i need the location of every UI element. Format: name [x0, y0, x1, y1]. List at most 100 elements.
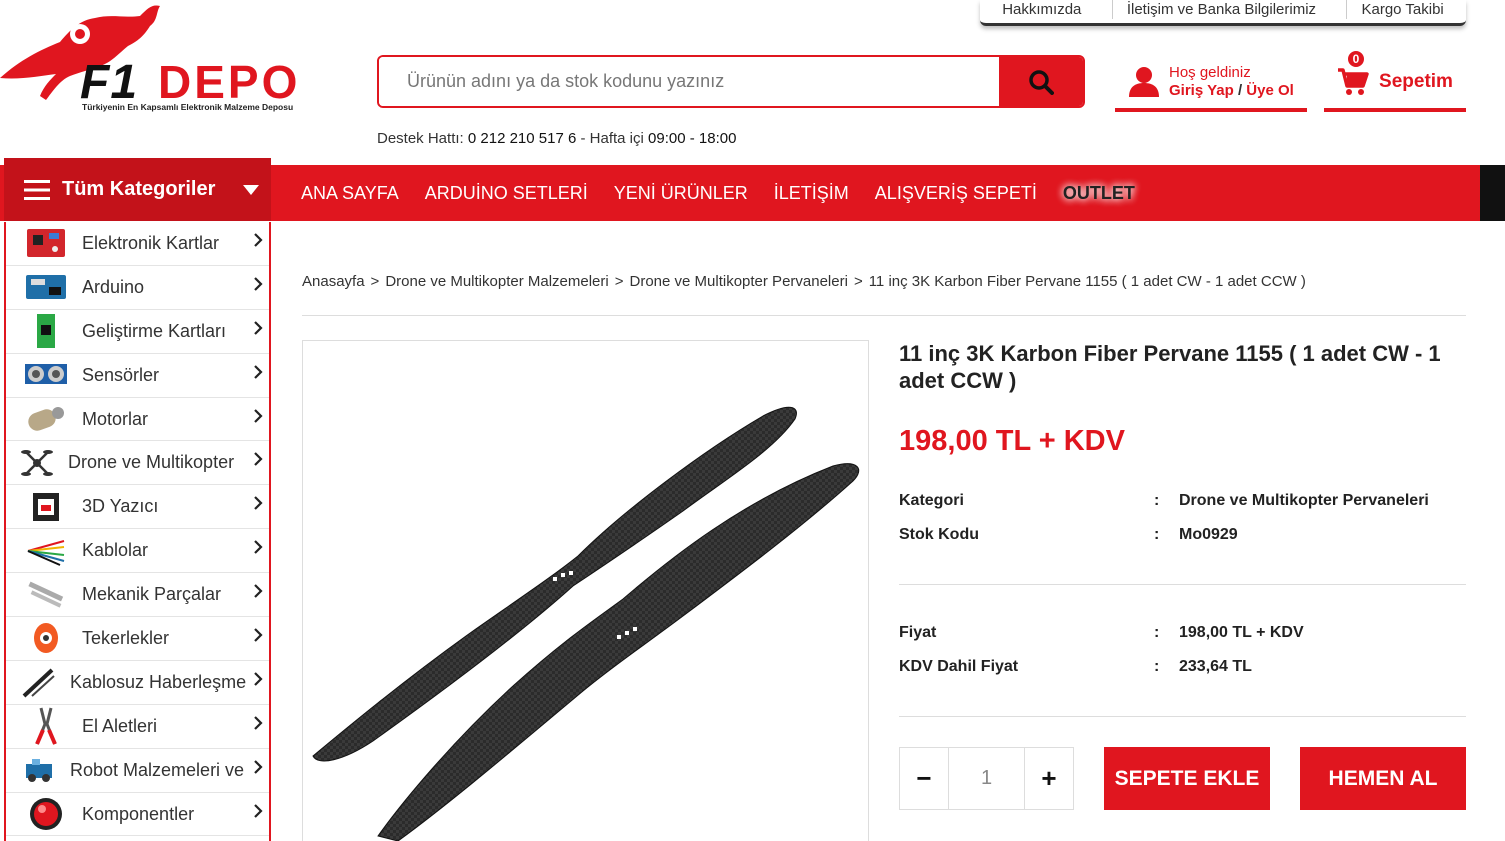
support-hours-label: - Hafta içi	[580, 130, 644, 147]
breadcrumb-sep: >	[370, 273, 380, 290]
sidebar-item-robot[interactable]: Robot Malzemeleri ve	[6, 749, 269, 793]
chevron-right-icon	[254, 321, 263, 335]
user-icon	[1129, 66, 1159, 97]
propeller-image	[312, 406, 860, 841]
vat-price-label: KDV Dahil Fiyat	[899, 658, 1019, 675]
sidebar-item-components[interactable]: Komponentler	[6, 793, 269, 837]
sidebar-item-wheels[interactable]: Tekerlekler	[6, 617, 269, 661]
breadcrumb-drone-materials[interactable]: Drone ve Multikopter Malzemeleri	[385, 273, 608, 290]
sidebar-item-hand-tools[interactable]: El Aletleri	[6, 705, 269, 749]
support-label: Destek Hattı:	[377, 130, 464, 147]
printer-3d-icon	[24, 490, 68, 524]
sidebar-item-electronic-boards[interactable]: Elektronik Kartlar	[6, 222, 269, 266]
sidebar-item-motors[interactable]: Motorlar	[6, 398, 269, 442]
sidebar-item-dev-boards[interactable]: Geliştirme Kartları	[6, 310, 269, 354]
sidebar-item-label: Sensörler	[82, 364, 160, 385]
decrease-button[interactable]: −	[900, 748, 948, 809]
breadcrumb-drone-propellers[interactable]: Drone ve Multikopter Pervaneleri	[630, 273, 848, 290]
divider	[899, 584, 1466, 585]
logo[interactable]: F1 DEPO Türkiyenin En Kapsamlı Elektroni…	[0, 0, 360, 130]
stock-code-value: Mo0929	[1179, 526, 1238, 543]
drone-icon	[20, 446, 54, 480]
product-title: 11 inç 3K Karbon Fiber Pervane 1155 ( 1 …	[899, 341, 1441, 393]
cart-label: Sepetim	[1379, 70, 1453, 92]
sidebar-item-label: Robot Malzemeleri ve	[70, 759, 245, 780]
sidebar-item-label: Kablolar	[82, 540, 149, 561]
hamburger-icon	[24, 179, 50, 200]
breadcrumb: Anasayfa > Drone ve Multikopter Malzemeler…	[302, 273, 1306, 290]
support-hours: 09:00 - 18:00	[648, 130, 737, 147]
sidebar-item-wireless[interactable]: Kablosuz Haberleşme	[6, 661, 269, 705]
search-icon	[1029, 69, 1054, 95]
stock-code-label: Stok Kodu	[899, 526, 979, 543]
nav-bar-end	[1480, 165, 1505, 221]
quantity-stepper: − 1 +	[899, 747, 1074, 810]
register-link[interactable]: Üye Ol	[1246, 82, 1294, 99]
search-button[interactable]	[999, 57, 1083, 106]
sidebar-item-label: Komponentler	[82, 803, 195, 824]
search-input[interactable]	[379, 57, 999, 106]
breadcrumb-home[interactable]: Anasayfa	[302, 273, 365, 290]
chevron-right-icon	[254, 716, 263, 730]
add-to-cart-button[interactable]: SEPETE EKLE	[1104, 747, 1270, 810]
increase-button[interactable]: +	[1025, 748, 1073, 809]
login-link[interactable]: Giriş Yap	[1169, 82, 1234, 99]
chevron-right-icon	[254, 540, 263, 555]
sidebar-item-sensors[interactable]: Sensörler	[6, 354, 269, 398]
sidebar-item-mechanical[interactable]: Mekanik Parçalar	[6, 573, 269, 618]
divider	[899, 716, 1466, 717]
sidebar-item-drone[interactable]: Drone ve Multikopter	[6, 441, 269, 486]
sidebar-item-label: Tekerlekler	[82, 627, 170, 648]
robot-icon	[22, 753, 56, 787]
sidebar-item-3d-printer[interactable]: 3D Yazıcı	[6, 485, 269, 530]
sidebar-item-arduino[interactable]: Arduino	[6, 266, 269, 310]
chevron-right-icon	[254, 452, 263, 467]
caret-down-icon	[243, 184, 259, 195]
page: F1 DEPO Türkiyenin En Kapsamlı Elektroni…	[0, 0, 1505, 841]
user-greeting: Hoş geldiniz	[1169, 63, 1251, 81]
support-phone: 0 212 210 517 6	[467, 130, 577, 147]
dev-board-icon	[24, 314, 68, 349]
component-icon	[24, 797, 68, 831]
search-bar	[377, 55, 1085, 108]
link-about[interactable]: Hakkımızda	[988, 0, 1095, 19]
support-line: Destek Hattı: 0 212 210 517 6 - Hafta iç…	[377, 130, 736, 147]
product-image[interactable]	[302, 340, 869, 841]
chevron-right-icon	[254, 759, 263, 774]
pliers-icon	[24, 707, 68, 746]
price-value: 198,00 TL + KDV	[1179, 624, 1304, 641]
link-cargo-tracking[interactable]: Kargo Takibi	[1346, 0, 1457, 19]
sidebar-item-label: Elektronik Kartlar	[82, 232, 220, 253]
menu-outlet[interactable]: OUTLET	[1050, 183, 1148, 204]
link-contact-bank[interactable]: İletişim ve Banka Bilgilerimiz	[1111, 0, 1330, 19]
wheel-icon	[24, 621, 68, 655]
sidebar-item-cables[interactable]: Kablolar	[6, 529, 269, 574]
logo-tagline: Türkiyenin En Kapsamlı Elektronik Malzem…	[82, 102, 294, 112]
menu-contact[interactable]: İLETİŞİM	[761, 183, 862, 204]
menu-shopping-cart[interactable]: ALIŞVERİŞ SEPETİ	[862, 183, 1050, 204]
mechanical-part-icon	[24, 578, 68, 612]
divider	[302, 315, 1466, 316]
sidebar-item-label: El Aletleri	[82, 715, 158, 736]
colon: :	[1154, 492, 1160, 509]
colon: :	[1154, 526, 1160, 543]
cart-icon	[1338, 67, 1369, 95]
cable-icon	[24, 534, 68, 568]
category-value[interactable]: Drone ve Multikopter Pervaneleri	[1179, 492, 1429, 510]
all-categories-label: Tüm Kategoriler	[62, 178, 216, 200]
menu-arduino-sets[interactable]: ARDUİNO SETLERİ	[412, 183, 601, 204]
cart-button[interactable]: 0 Sepetim	[1324, 49, 1466, 112]
all-categories-button[interactable]: Tüm Kategoriler	[4, 158, 271, 221]
vat-price-value: 233,64 TL	[1179, 658, 1252, 675]
breadcrumb-sep: >	[853, 273, 863, 290]
menu-home[interactable]: ANA SAYFA	[288, 183, 412, 204]
sidebar-item-label: Geliştirme Kartları	[82, 320, 227, 341]
price-label: Fiyat	[899, 624, 937, 641]
buy-now-button[interactable]: HEMEN AL	[1300, 747, 1466, 810]
colon: :	[1154, 624, 1160, 641]
sidebar-item-label: Motorlar	[82, 408, 149, 429]
quantity-input[interactable]: 1	[948, 748, 1025, 809]
category-label: Kategori	[899, 492, 964, 509]
menu-new-products[interactable]: YENİ ÜRÜNLER	[601, 183, 761, 204]
chevron-right-icon	[254, 672, 263, 686]
